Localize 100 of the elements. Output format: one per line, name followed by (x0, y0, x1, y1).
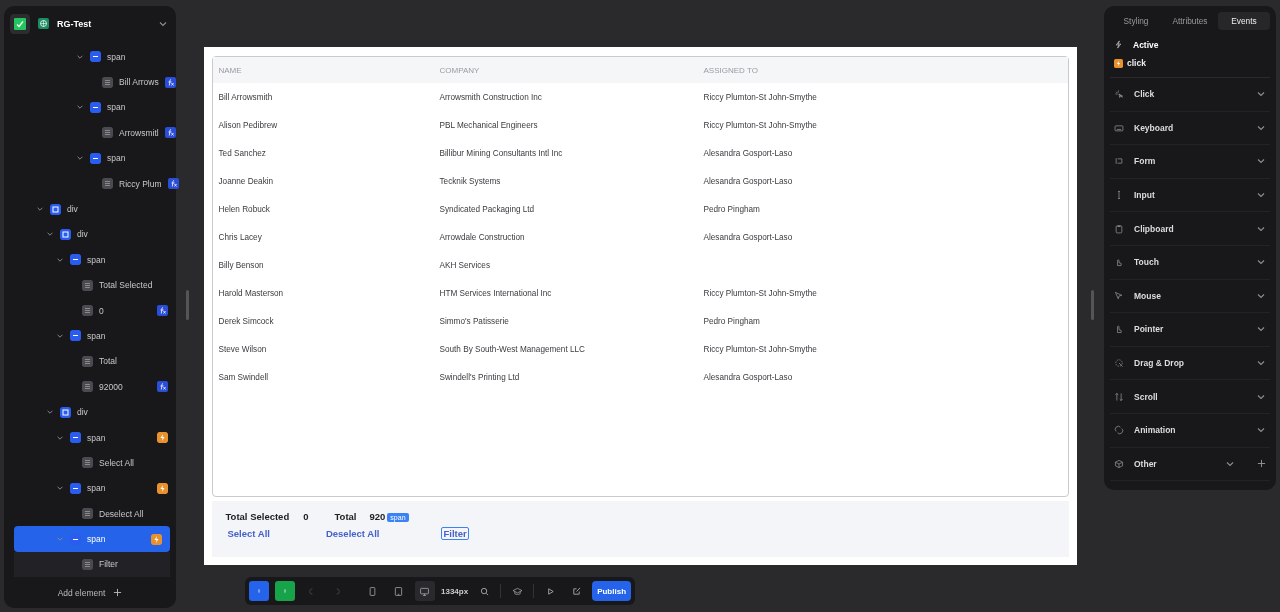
resize-handle[interactable] (1091, 290, 1094, 320)
tree-item[interactable]: span (4, 145, 176, 171)
chevron-down-icon[interactable] (76, 103, 84, 112)
section-title: Active (1133, 39, 1159, 50)
event-group[interactable]: Mouse (1110, 279, 1270, 314)
total-value: 920 (369, 511, 386, 522)
tree-item[interactable]: span (4, 323, 176, 349)
box-icon (60, 228, 71, 240)
app-logo-icon[interactable] (14, 18, 26, 30)
tree-item[interactable]: div (4, 221, 176, 248)
canvas-width: 1334px (441, 586, 469, 596)
clipboard-icon (1114, 223, 1124, 234)
chevron-down-icon[interactable] (46, 408, 54, 417)
project-name[interactable]: RG-Test (57, 19, 150, 29)
table-cell-text: Harold Masterson (218, 288, 285, 298)
desktop-view-icon[interactable] (415, 581, 435, 601)
table-cell-text: South By South-West Management LLC (439, 344, 586, 354)
tree-item[interactable]: Riccy Plum (4, 170, 176, 197)
event-group[interactable]: Pointer (1110, 313, 1270, 347)
chevron-down-icon[interactable] (36, 205, 44, 213)
table-cell-text: Ted Sanchez (218, 148, 267, 158)
cursor-icon (1114, 290, 1124, 301)
event-group[interactable]: Drag & Drop (1110, 346, 1270, 381)
tree-item[interactable]: 92000 (4, 374, 176, 400)
tree-item[interactable]: span (4, 94, 176, 121)
table-cell-text: HTM Services International Inc (439, 288, 553, 298)
table-cell-text: Riccy Plumton-St John-Smythe (703, 92, 818, 102)
span-icon (70, 482, 81, 494)
span-icon (70, 533, 81, 545)
tree-item[interactable]: div (4, 399, 176, 425)
event-group[interactable]: Input (1110, 178, 1270, 213)
action-link[interactable]: Select All (225, 527, 272, 540)
total-selected-value: 0 (303, 511, 309, 522)
tree-item[interactable]: Select All (4, 450, 176, 476)
chevron-down-icon[interactable] (56, 484, 64, 493)
event-group[interactable]: Clipboard (1110, 212, 1270, 246)
tree-item[interactable]: span (4, 43, 176, 70)
pointer-click-icon (1114, 89, 1124, 100)
tree-item[interactable]: Total Selected (4, 272, 176, 298)
text-icon (102, 127, 113, 139)
tree-item[interactable]: span (4, 475, 176, 501)
table-cell-text: AKH Services (439, 260, 491, 270)
event-group[interactable]: Click (1110, 78, 1270, 112)
chevron-down-icon[interactable] (76, 154, 84, 163)
tree-item[interactable]: Deselect All (4, 501, 176, 527)
table-cell-text: Swindell's Printing Ltd (439, 372, 521, 382)
loop-icon (1114, 425, 1124, 436)
tree-item[interactable]: span (4, 424, 176, 451)
box-icon (50, 203, 61, 215)
chevron-down-icon[interactable] (46, 230, 54, 239)
text-icon (82, 558, 93, 570)
action-link[interactable]: Deselect All (323, 527, 382, 540)
cube-icon (1114, 458, 1124, 469)
text-icon (82, 508, 93, 520)
span-icon (90, 101, 101, 113)
table-cell-text: Riccy Plumton-St John-Smythe (703, 120, 818, 130)
event-group[interactable]: Touch (1110, 245, 1270, 280)
publish-button[interactable]: Publish (592, 581, 631, 601)
tree-item[interactable]: span (14, 526, 170, 552)
column-header: ASSIGNED TO (703, 65, 759, 75)
table-cell-text: Joanne Deakin (218, 176, 275, 186)
span-icon (70, 432, 81, 443)
tree-item[interactable]: 0 (4, 297, 176, 324)
table-cell-text: Tecknik Systems (439, 176, 502, 186)
tree-item[interactable]: Filter (14, 551, 170, 578)
action-link[interactable]: Filter (441, 527, 469, 540)
event-group[interactable]: Scroll (1110, 380, 1270, 414)
drag-icon (1114, 358, 1124, 369)
event-item[interactable]: click (1127, 58, 1146, 68)
plus-icon[interactable] (113, 588, 123, 598)
add-element-button[interactable]: Add element (57, 587, 106, 598)
tree-item[interactable]: Arrowsmitl (4, 120, 176, 146)
table-cell-text: Simmo's Patisserie (439, 316, 510, 326)
column-header: COMPANY (439, 65, 481, 75)
event-group[interactable]: Animation (1110, 413, 1270, 448)
tree-item[interactable]: div (4, 196, 176, 222)
lightning-icon (1114, 40, 1123, 49)
tree-item[interactable]: span (4, 247, 176, 273)
table-cell-text: Steve Wilson (218, 344, 268, 354)
table-cell-text: Alesandra Gosport-Laso (703, 372, 794, 382)
text-icon (82, 305, 93, 317)
span-icon (70, 254, 81, 266)
resize-handle[interactable] (186, 290, 189, 320)
inspector-tab[interactable]: Styling (1110, 12, 1162, 30)
tree-item[interactable]: Total (4, 348, 176, 375)
keyboard-icon (1114, 122, 1124, 133)
tree-item[interactable]: Bill Arrows (4, 69, 176, 95)
event-group[interactable]: Form (1110, 145, 1270, 179)
box-icon (60, 406, 71, 418)
text-icon (82, 279, 93, 291)
inspector-tab[interactable]: Events (1218, 12, 1270, 30)
span-icon (90, 51, 101, 63)
span-icon (90, 152, 101, 164)
event-group[interactable]: Keyboard (1110, 111, 1270, 146)
table-cell-text: Riccy Plumton-St John-Smythe (703, 344, 818, 354)
lightning-badge-icon (1114, 58, 1123, 68)
hand-icon (1114, 324, 1124, 335)
plus-icon[interactable] (1257, 459, 1266, 469)
event-group[interactable]: Other (1110, 447, 1270, 482)
inspector-tab[interactable]: Attributes (1164, 12, 1216, 30)
